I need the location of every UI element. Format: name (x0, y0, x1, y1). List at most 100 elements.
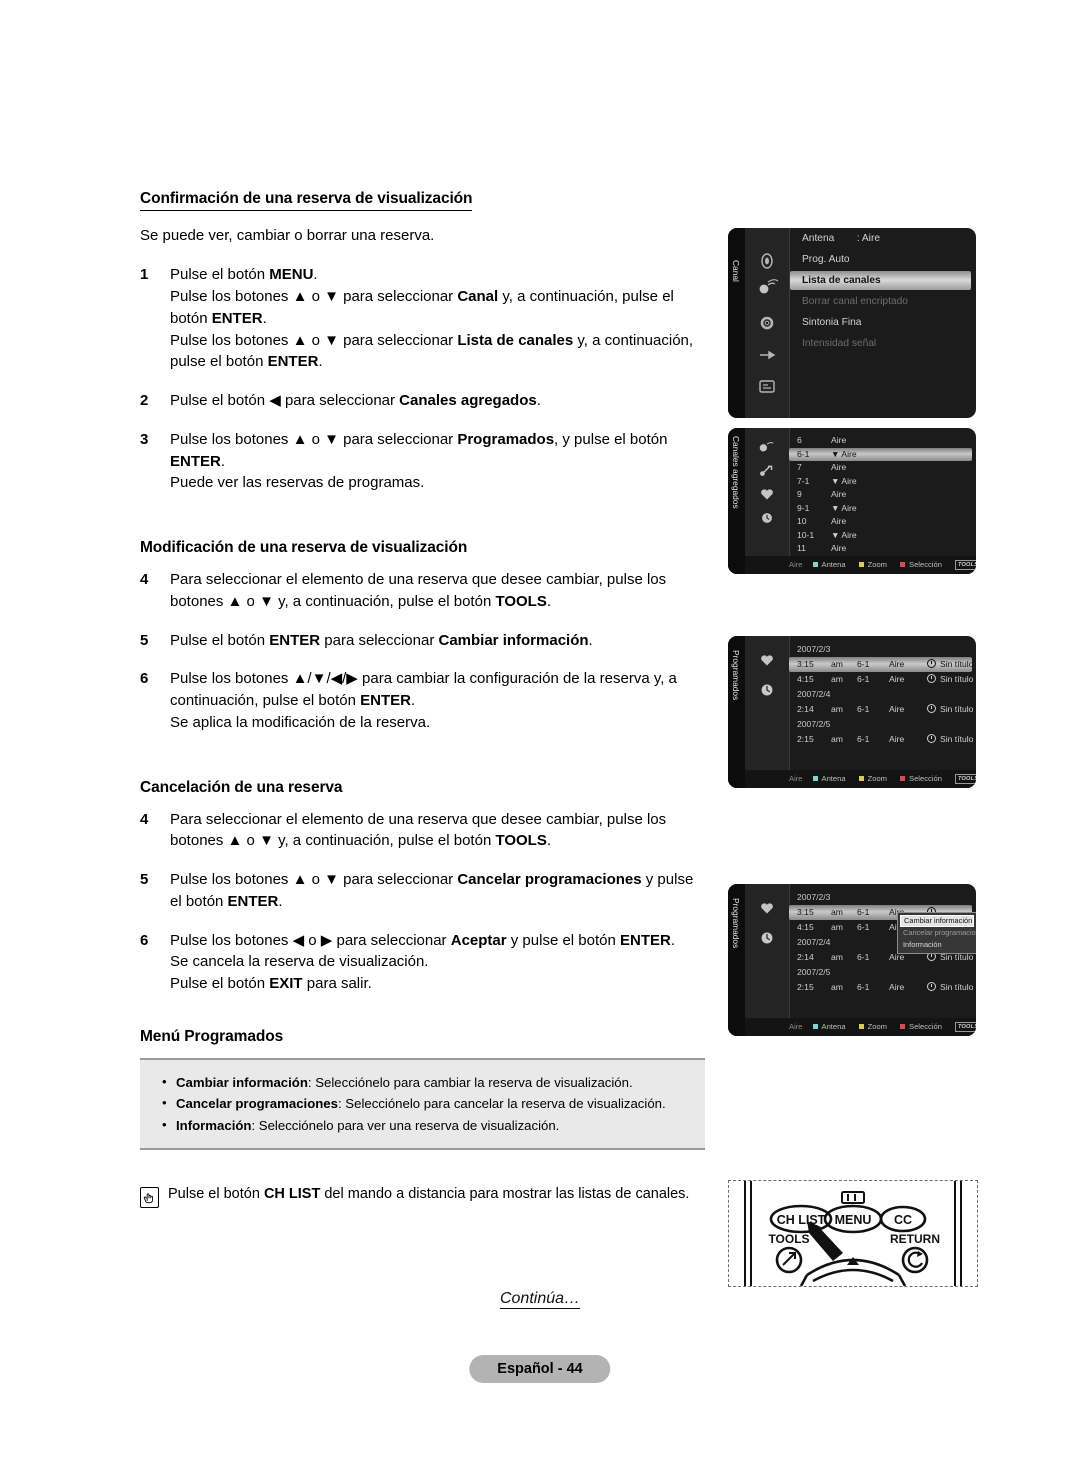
step-body: Pulse los botones ▲ o ▼ para seleccionar… (170, 429, 720, 494)
popup-menu-item[interactable]: Cambiar información (900, 915, 974, 927)
emphasis: Programados (457, 430, 555, 448)
tv-canales-tab-label: Canales agregados (731, 436, 741, 509)
tv-schedule-row[interactable]: 3:15 am 6-1 Aire Sin título (789, 657, 973, 672)
support-icon (754, 376, 780, 398)
tools-popup-menu[interactable]: Cambiar informaciónCancelar programacion… (897, 912, 976, 954)
programmed-icon (754, 680, 780, 702)
status-hint: Zoom (858, 560, 887, 569)
status-hint: Antena (812, 560, 846, 569)
status-hint: Zoom (858, 774, 887, 783)
tv-channel-row[interactable]: 9-1 ▼ Aire (789, 502, 972, 516)
tv-canal-menu-rows: Antena: Aire Prog. Auto Lista de canales Bo… (790, 228, 976, 418)
color-key-icon (900, 1023, 906, 1029)
schedule-title: Sin título (927, 732, 973, 747)
step-number: 2 (140, 392, 149, 410)
color-key-icon (900, 561, 906, 567)
menu-option-desc: : Selecciónelo para cambiar la reserva d… (307, 1074, 633, 1090)
clock-icon (927, 704, 936, 713)
tv-channel-row[interactable]: 10-1 ▼ Aire (789, 529, 972, 543)
instruction-step: 4 Para seleccionar el elemento de una res… (140, 809, 720, 853)
emphasis: MENU (269, 266, 314, 284)
menu-option-desc: : Selecciónelo para ver una reserva de v… (251, 1117, 560, 1133)
step-line: Para seleccionar el elemento de una rese… (170, 571, 667, 589)
tv-channel-row[interactable]: 6-1 ▼ Aire (789, 447, 972, 461)
instruction-step: 2 Pulse el botón ◀ para seleccionar Canal… (140, 390, 720, 412)
schedule-antenna: Aire (889, 704, 905, 714)
schedule-time: 4:15 (797, 674, 814, 684)
schedule-antenna: Aire (889, 674, 905, 684)
channel-number: 9-1 (797, 502, 810, 513)
clock-icon (927, 674, 936, 683)
tv-menu-row[interactable]: Sintonia Fina (790, 312, 976, 333)
color-key-icon (812, 1023, 818, 1029)
tv-channel-row[interactable]: 7 Aire (789, 461, 972, 475)
tv-channel-row[interactable]: 10 Aire (789, 515, 972, 529)
remote-button-return: RETURN (890, 1232, 940, 1246)
schedule-time: 2:15 (797, 982, 814, 992)
status-tools-hint: TOOLSOpción (954, 560, 976, 570)
schedule-time: 3:15 (797, 907, 814, 917)
schedule-ampm: am (831, 907, 843, 917)
tools-badge-icon: TOOLS (954, 1022, 976, 1032)
favorites-icon (754, 898, 780, 920)
status-hint: Antena (812, 1022, 846, 1031)
schedule-ampm: am (831, 734, 843, 744)
channel-name: ▼ Aire (831, 529, 857, 540)
tv-menu-row[interactable]: Prog. Auto (790, 249, 976, 270)
favorites-icon (754, 650, 780, 672)
schedule-antenna: Aire (889, 734, 905, 744)
tv-menu-row[interactable]: Lista de canales (790, 271, 971, 290)
step-line: Pulse los botones ▲ o ▼ para seleccionar… (170, 331, 694, 349)
instruction-step: 3 Pulse los botones ▲ o ▼ para selecciona… (140, 429, 720, 494)
step-line: botones ▲ o ▼ y, a continuación, pulse e… (170, 592, 552, 610)
popup-menu-item[interactable]: Información (900, 939, 974, 951)
emphasis: Canales agregados (399, 392, 537, 410)
emphasis: Cambiar información (438, 631, 589, 649)
modificacion-steps: 4 Para seleccionar el elemento de una res… (140, 569, 720, 734)
tv-canales-list: 6 Aire 6-1 ▼ Aire 7 Aire 7-1 ▼ Aire 9 Aire 9-1 ▼ Ai… (789, 434, 972, 554)
emphasis: ENTER (211, 309, 263, 327)
setup-icon (754, 312, 780, 334)
channel-name: Aire (831, 516, 847, 526)
tv-schedule-row[interactable]: 4:15 am 6-1 Aire Sin título (789, 672, 973, 687)
emphasis: EXIT (269, 975, 303, 993)
instruction-step: 1 Pulse el botón MENU. Pulse los botones ▲… (140, 264, 720, 373)
step-line: botón ENTER. (170, 309, 267, 327)
tv-screen-programados-popup: Programados 2007/2/3 3:15 am 6-1 Aire 4:15 am 6… (728, 884, 976, 1036)
channel-number: 9 (797, 489, 802, 499)
tv-schedule-row[interactable]: 2:15 am 6-1 Aire Sin título (789, 732, 973, 747)
status-hint: Antena (812, 774, 846, 783)
tv-schedule-row[interactable]: 2:14 am 6-1 Aire Sin título (789, 702, 973, 717)
cancelacion-steps: 4 Para seleccionar el elemento de una res… (140, 809, 720, 995)
popup-menu-item[interactable]: Cancelar programaciones (900, 927, 976, 939)
instruction-text-column: Confirmación de una reserva de visualiza… (140, 190, 720, 1150)
remote-button-tools: TOOLS (768, 1232, 809, 1246)
step-line: pulse el botón ENTER. (170, 353, 323, 371)
instruction-step: 6 Pulse los botones ◀ o ▶ para selecciona… (140, 930, 720, 995)
tv-menu-row[interactable]: Intensidad señal (790, 333, 976, 354)
tv-channel-row[interactable]: 11 Aire (789, 542, 972, 556)
tv-channel-row[interactable]: 6 Aire (789, 434, 972, 448)
clock-icon (927, 659, 936, 668)
tv-schedule-date: 2007/2/3 (797, 644, 831, 654)
tv-schedule-row[interactable]: 2:15 am 6-1 Aire Sin título (789, 980, 973, 995)
tv-prog1-vertical-tab: Programados (728, 636, 745, 788)
tv-canales-icon-column (745, 428, 790, 574)
step-body: Pulse los botones ▲/▼/◀/▶ para cambiar l… (170, 668, 720, 733)
tv-canales-statusbar: Aire Antena Zoom Selección TOOLSOpción (745, 556, 976, 574)
tv-menu-row[interactable]: Borrar canal encriptado (790, 291, 976, 312)
color-key-icon (858, 1023, 864, 1029)
remote-button-ch-list: CH LIST (777, 1213, 826, 1227)
step-line: el botón ENTER. (170, 892, 283, 910)
tv-menu-row[interactable]: Antena: Aire (790, 228, 976, 249)
input-icon (754, 344, 780, 366)
instruction-step: 4 Para seleccionar el elemento de una res… (140, 569, 720, 613)
channel-name: ▼ Aire (831, 475, 857, 486)
tv-schedule-date: 2007/2/4 (797, 689, 831, 699)
emphasis: ENTER (269, 631, 321, 649)
tv-channel-row[interactable]: 7-1 ▼ Aire (789, 475, 972, 489)
hand-pointer-icon (140, 1187, 159, 1208)
emphasis: ENTER (620, 931, 671, 949)
step-line: Se cancela la reserva de visualización. (170, 953, 429, 971)
tv-channel-row[interactable]: 9 Aire (789, 488, 972, 502)
